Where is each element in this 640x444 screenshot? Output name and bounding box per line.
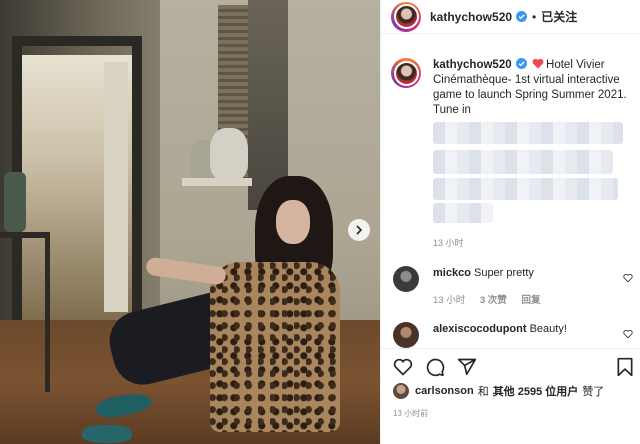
blurred-text xyxy=(433,150,613,174)
comment-icon[interactable] xyxy=(425,357,445,377)
liker-username[interactable]: carlsonson xyxy=(415,385,474,397)
next-photo-button[interactable] xyxy=(348,219,370,241)
avatar[interactable] xyxy=(393,322,419,348)
follow-button[interactable]: 已关注 xyxy=(541,8,577,25)
blurred-text xyxy=(433,203,493,223)
heart-icon[interactable] xyxy=(623,329,633,339)
post-photo xyxy=(0,0,380,444)
blurred-text xyxy=(433,122,623,144)
heart-icon xyxy=(532,58,544,69)
likes-summary: carlsonson 和 其他 2595 位用户 赞了 xyxy=(393,383,604,399)
caption-username[interactable]: kathychow520 xyxy=(433,59,512,71)
post-header: kathychow520 • 已关注 xyxy=(381,0,640,34)
comment-username[interactable]: mickco xyxy=(433,267,471,279)
heart-icon[interactable] xyxy=(393,357,413,377)
verified-icon xyxy=(516,11,528,22)
post-timestamp[interactable]: 13 小时前 xyxy=(393,408,428,419)
comment-time[interactable]: 13 小时 xyxy=(433,295,465,306)
avatar[interactable] xyxy=(391,1,421,32)
comment-text: Super pretty xyxy=(473,267,534,279)
bookmark-icon[interactable] xyxy=(615,357,635,377)
chevron-right-icon xyxy=(356,225,363,235)
comment-likes[interactable]: 3 次赞 xyxy=(480,295,507,306)
likes-and: 和 xyxy=(477,386,489,398)
action-bar xyxy=(381,348,640,382)
blurred-text xyxy=(433,178,618,200)
caption-avatar[interactable] xyxy=(391,58,421,88)
avatar[interactable] xyxy=(393,383,409,399)
caption: kathychow520 Hotel Vivier Cinémathèque- … xyxy=(391,58,636,118)
avatar[interactable] xyxy=(393,266,419,292)
reply-button[interactable]: 回复 xyxy=(521,295,540,306)
likes-others[interactable]: 其他 2595 位用户 xyxy=(493,383,579,399)
verified-icon xyxy=(515,58,527,69)
header-username[interactable]: kathychow520 xyxy=(430,10,512,24)
likes-suffix: 赞了 xyxy=(582,386,605,398)
separator-dot: • xyxy=(532,9,537,24)
comment-item: alexiscocodupont Beauty! xyxy=(393,322,633,348)
comment-username[interactable]: alexiscocodupont xyxy=(433,323,527,335)
post-time[interactable]: 13 小时 xyxy=(433,236,464,249)
share-icon[interactable] xyxy=(457,357,477,377)
comment-item: mickco Super pretty 13 小时 3 次赞 回复 xyxy=(393,266,633,306)
post-side-panel: kathychow520 • 已关注 kathychow520 Hotel Vi… xyxy=(380,0,640,444)
comment-text: Beauty! xyxy=(529,323,567,335)
heart-icon[interactable] xyxy=(623,273,633,283)
